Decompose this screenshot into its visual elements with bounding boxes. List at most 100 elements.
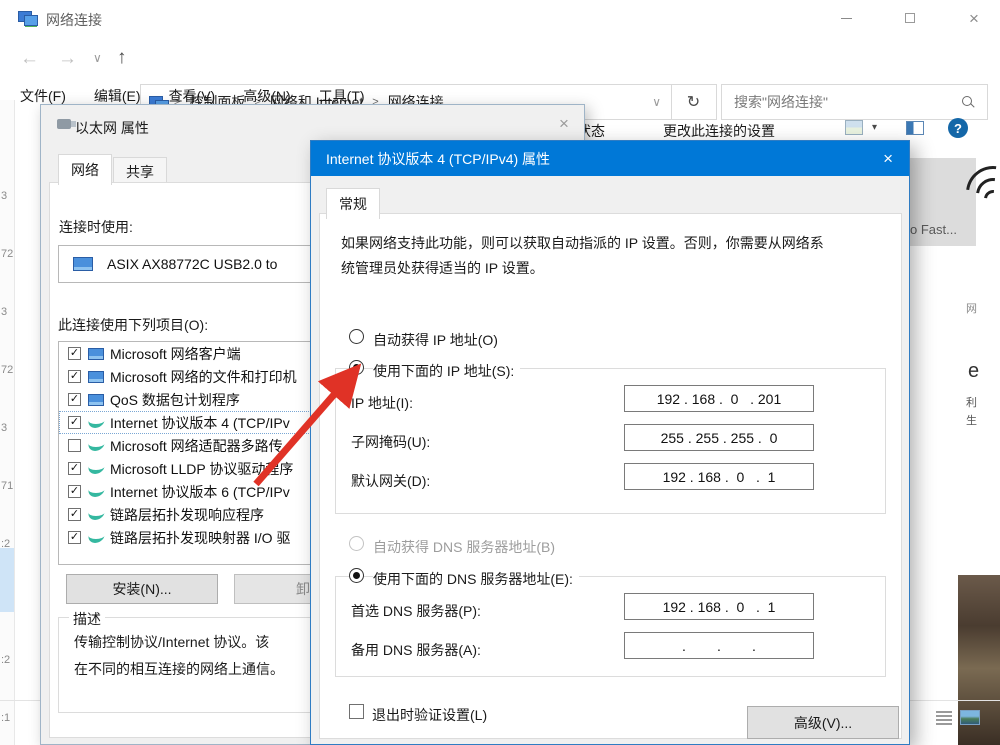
client-service-icon (88, 348, 104, 360)
protocol-item-label: Internet 协议版本 6 (TCP/IPv (110, 482, 290, 502)
thumbnail-view-icon[interactable] (960, 710, 980, 725)
menu-item-0[interactable]: 文件(F) (20, 86, 66, 106)
back-icon[interactable]: ← (20, 48, 39, 70)
item-checkbox[interactable]: ✓ (68, 416, 81, 429)
forward-icon[interactable]: → (58, 48, 77, 70)
help-icon[interactable]: ? (948, 118, 968, 138)
radio-manual-ip-label[interactable]: 使用下面的 IP 地址(S): (373, 361, 520, 381)
background-left-fragment: 72 (1, 364, 13, 376)
menu-item-2[interactable]: 查看(V) (169, 86, 216, 106)
menu-item-4[interactable]: 工具(T) (319, 86, 365, 106)
item-checkbox[interactable] (68, 439, 81, 452)
connect-using-label: 连接时使用: (59, 217, 133, 237)
ipv4-intro-line1: 如果网络支持此功能，则可以获取自动指派的 IP 设置。否则，你需要从网络系 (341, 233, 824, 253)
item-checkbox[interactable]: ✓ (68, 393, 81, 406)
background-right-fragment: 生 (966, 412, 977, 428)
minimize-button[interactable] (823, 0, 869, 36)
background-wifi-icon (962, 160, 1000, 240)
protocol-item-label: Microsoft LLDP 协议驱动程序 (110, 459, 293, 479)
ip-field-input-2[interactable]: 192 . 168 . 0 . 1 (624, 463, 814, 490)
dns-field-input-0[interactable]: 192 . 168 . 0 . 1 (624, 593, 814, 620)
item-checkbox[interactable]: ✓ (68, 347, 81, 360)
background-left-fragment: :1 (1, 712, 10, 724)
up-icon[interactable]: ↑ (117, 47, 127, 69)
view-options-chevron-icon[interactable]: ▾ (872, 122, 877, 133)
background-right-fragment: 网 (966, 300, 977, 316)
protocol-icon (87, 511, 105, 520)
protocol-item-label: 链路层拓扑发现响应程序 (110, 505, 264, 525)
protocol-item-label: QoS 数据包计划程序 (110, 390, 240, 410)
radio-auto-ip-label[interactable]: 自动获得 IP 地址(O) (373, 330, 504, 350)
toolbar-change-settings[interactable]: 更改此连接的设置 (663, 121, 775, 141)
background-fragments: 372372371:2:2:2:1 (0, 100, 15, 745)
protocol-icon (87, 419, 105, 428)
maximize-button[interactable] (887, 0, 933, 36)
close-button[interactable]: × (951, 0, 997, 36)
item-checkbox[interactable]: ✓ (68, 370, 81, 383)
validate-on-exit-checkbox[interactable] (349, 704, 364, 719)
navigation-bar: ← → ∨ ↑ > 控制面板>网络和 Internet>网络连接 ∨ ↻ 搜索"… (0, 40, 1000, 82)
protocol-item-label: 链路层拓扑发现映射器 I/O 驱 (110, 528, 290, 548)
radio-auto-ip[interactable] (349, 329, 364, 344)
protocol-item-label: Microsoft 网络客户端 (110, 344, 241, 364)
menu-item-3[interactable]: 高级(N) (243, 86, 290, 106)
protocol-item-label: Microsoft 网络的文件和打印机 (110, 367, 297, 387)
tab-network[interactable]: 网络 (58, 154, 112, 185)
background-left-fragment: 3 (1, 306, 7, 318)
ipv4-intro-line2: 统管理员处获得适当的 IP 设置。 (341, 258, 544, 278)
item-checkbox[interactable]: ✓ (68, 462, 81, 475)
radio-auto-dns[interactable] (349, 536, 364, 551)
ipv4-titlebar: Internet 协议版本 4 (TCP/IPv4) 属性 × (311, 141, 909, 176)
preview-pane-icon[interactable] (906, 121, 924, 135)
network-connections-icon (18, 9, 38, 25)
details-view-icon[interactable] (936, 711, 952, 725)
menu-item-1[interactable]: 编辑(E) (94, 86, 141, 106)
explorer-titlebar: 网络连接 × (0, 0, 1000, 36)
protocol-icon (87, 488, 105, 497)
dns-fields-container: 首选 DNS 服务器(P): 192 . 168 . 0 . 1 备用 DNS 服务… (311, 589, 911, 689)
dns-field-label-1: 备用 DNS 服务器(A): (351, 640, 481, 660)
install-button[interactable]: 安装(N)... (66, 574, 218, 604)
protocol-icon (87, 534, 105, 543)
background-left-fragment: :2 (1, 654, 10, 666)
validate-on-exit-label[interactable]: 退出时验证设置(L) (372, 705, 487, 725)
background-left-fragment: 3 (1, 190, 7, 202)
radio-manual-dns[interactable] (349, 568, 364, 583)
view-options-icon[interactable] (845, 120, 863, 135)
ethernet-dialog-close-icon[interactable]: × (559, 114, 569, 134)
background-left-fragment: 3 (1, 422, 7, 434)
item-checkbox[interactable]: ✓ (68, 508, 81, 521)
protocol-item-label: Internet 协议版本 4 (TCP/IPv (110, 413, 290, 433)
tab-general[interactable]: 常规 (326, 188, 380, 219)
item-checkbox[interactable]: ✓ (68, 531, 81, 544)
window-title: 网络连接 (46, 10, 102, 30)
protocol-icon (87, 442, 105, 451)
background-left-fragment: 72 (1, 248, 13, 260)
ethernet-plug-icon (57, 119, 71, 129)
radio-manual-dns-label[interactable]: 使用下面的 DNS 服务器地址(E): (373, 569, 579, 589)
ip-field-label-0: IP 地址(I): (351, 393, 413, 413)
background-right-fragment: 利 (966, 394, 977, 410)
background-selection-highlight (0, 548, 14, 612)
ethernet-dialog-title: 以太网 属性 (75, 118, 149, 138)
dns-field-label-0: 首选 DNS 服务器(P): (351, 601, 481, 621)
ip-field-input-0[interactable]: 192 . 168 . 0 . 201 (624, 385, 814, 412)
ip-field-input-1[interactable]: 255 . 255 . 255 . 0 (624, 424, 814, 451)
history-chevron-icon[interactable]: ∨ (93, 51, 102, 65)
background-item-label-fragment: o Fast... (910, 222, 957, 237)
protocol-icon (87, 465, 105, 474)
radio-auto-dns-label[interactable]: 自动获得 DNS 服务器地址(B) (373, 537, 561, 557)
dns-field-input-1[interactable]: . . . (624, 632, 814, 659)
items-list-label: 此连接使用下列项目(O): (58, 315, 208, 335)
client-service-icon (88, 394, 104, 406)
radio-manual-ip[interactable] (349, 360, 364, 375)
client-service-icon (88, 371, 104, 383)
item-checkbox[interactable]: ✓ (68, 485, 81, 498)
ipv4-dialog-close-icon[interactable]: × (883, 149, 909, 169)
ip-field-label-1: 子网掩码(U): (351, 432, 430, 452)
ipv4-properties-dialog: Internet 协议版本 4 (TCP/IPv4) 属性 × 常规 如果网络支… (310, 140, 910, 745)
ipv4-dialog-title: Internet 协议版本 4 (TCP/IPv4) 属性 (311, 149, 883, 169)
adapter-name: ASIX AX88772C USB2.0 to (107, 256, 277, 272)
advanced-button[interactable]: 高级(V)... (747, 706, 899, 739)
ip-field-label-2: 默认网关(D): (351, 471, 430, 491)
